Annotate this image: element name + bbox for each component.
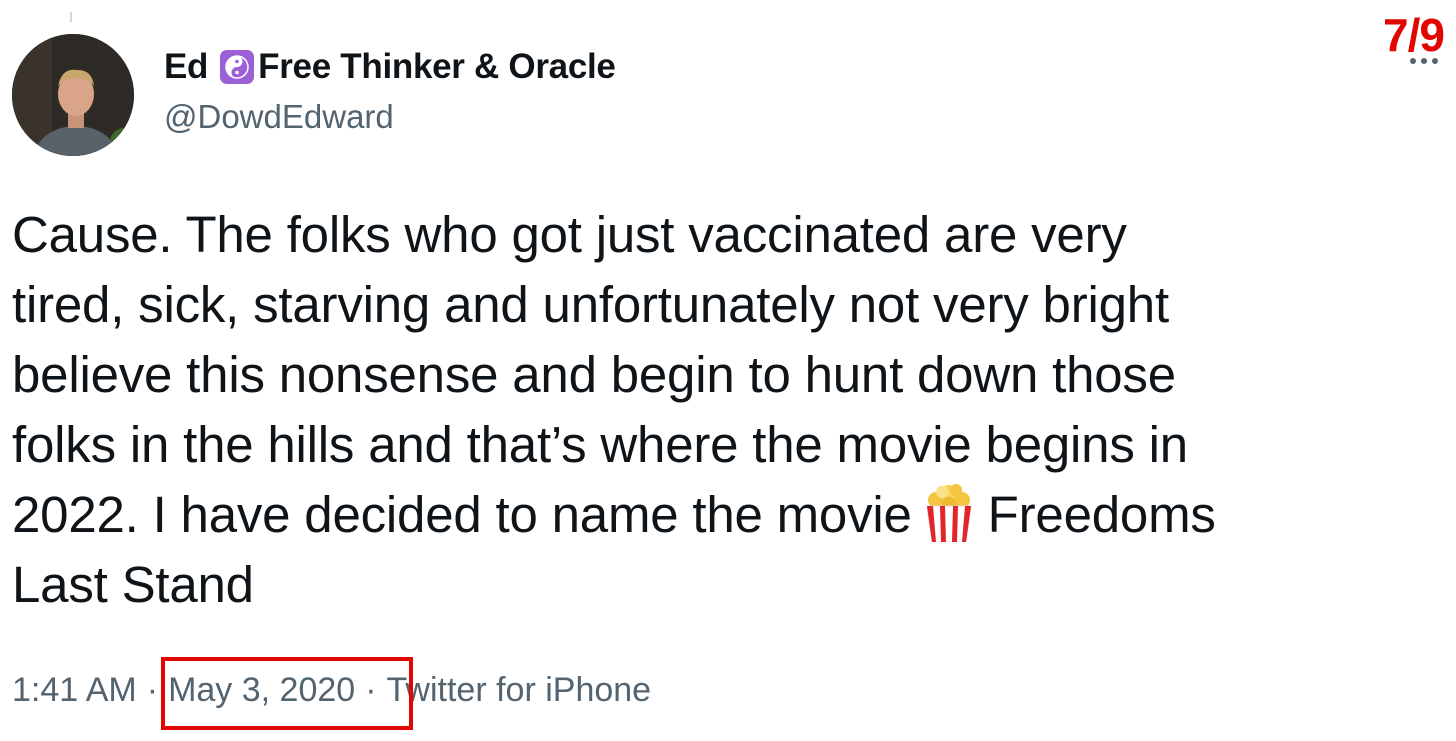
tweet-line: 2022. I have decided to name the movie F… bbox=[12, 480, 1442, 550]
display-name-row[interactable]: Ed Free Thinker & Oracle bbox=[164, 44, 616, 90]
tweet-time[interactable]: 1:41 AM bbox=[12, 671, 137, 710]
popcorn-icon bbox=[922, 484, 976, 560]
yin-yang-icon bbox=[220, 50, 255, 84]
tweet-line: tired, sick, starving and unfortunately … bbox=[12, 276, 1169, 333]
more-options-icon[interactable] bbox=[1410, 58, 1438, 64]
thread-counter: 7/9 bbox=[1383, 9, 1445, 61]
avatar-photo bbox=[12, 34, 134, 156]
tweet-source[interactable]: Twitter for iPhone bbox=[387, 671, 652, 710]
thread-connector bbox=[70, 12, 72, 22]
tweet-line: Last Stand bbox=[12, 556, 254, 613]
tweet-text: Cause. The folks who got just vaccinated… bbox=[12, 200, 1442, 620]
user-info: Ed Free Thinker & Oracle @DowdEdward bbox=[164, 44, 616, 136]
avatar[interactable] bbox=[12, 34, 134, 156]
date-highlight-box bbox=[161, 657, 413, 730]
tweet-card: Ed Free Thinker & Oracle @DowdEdward 7/9… bbox=[0, 0, 1456, 741]
tweet-line: Cause. The folks who got just vaccinated… bbox=[12, 206, 1127, 263]
display-name[interactable]: Ed bbox=[164, 47, 208, 87]
tweet-line: believe this nonsense and begin to hunt … bbox=[12, 346, 1176, 403]
tweet-line: folks in the hills and that’s where the … bbox=[12, 416, 1188, 473]
tweet-line-text-after-emoji: Freedoms bbox=[987, 486, 1216, 543]
user-handle[interactable]: @DowdEdward bbox=[164, 98, 616, 136]
display-name-suffix[interactable]: Free Thinker & Oracle bbox=[258, 47, 616, 87]
tweet-line-text: 2022. I have decided to name the movie bbox=[12, 486, 912, 543]
meta-separator: · bbox=[146, 670, 159, 709]
